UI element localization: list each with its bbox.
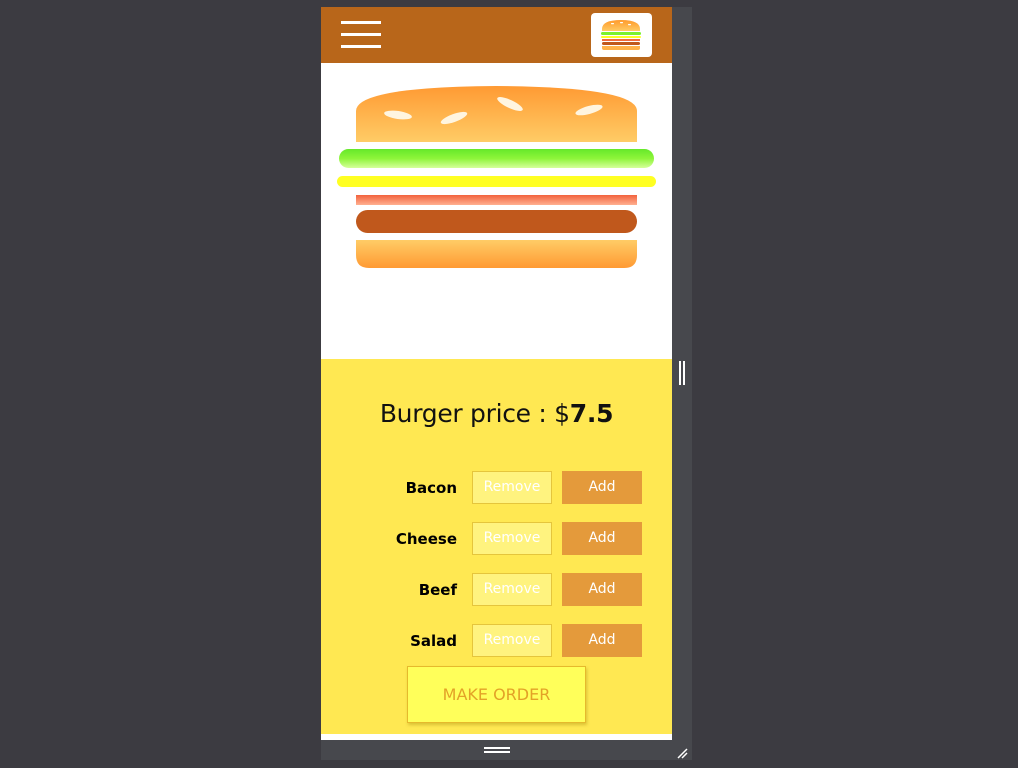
ingredient-label: Bacon bbox=[405, 479, 457, 497]
bun-top bbox=[356, 86, 637, 142]
price-display: Burger price : $7.5 bbox=[321, 399, 672, 428]
bacon-layer bbox=[356, 195, 637, 205]
resize-corner-icon[interactable] bbox=[676, 744, 688, 759]
add-salad-button[interactable]: Add bbox=[562, 624, 642, 657]
ingredient-row-salad: Salad Remove Add bbox=[321, 624, 672, 657]
page-bottom bbox=[321, 734, 672, 740]
add-beef-button[interactable]: Add bbox=[562, 573, 642, 606]
burger-logo-icon[interactable] bbox=[591, 13, 652, 57]
price-label: Burger price : $ bbox=[379, 399, 570, 428]
ingredient-label: Beef bbox=[418, 581, 457, 599]
horizontal-resize-grip-icon[interactable] bbox=[484, 747, 510, 753]
remove-bacon-button[interactable]: Remove bbox=[472, 471, 552, 504]
cheese-layer bbox=[337, 176, 656, 187]
beef-layer bbox=[356, 210, 637, 233]
remove-salad-button[interactable]: Remove bbox=[472, 624, 552, 657]
salad-layer bbox=[339, 149, 654, 168]
hamburger-menu-icon[interactable] bbox=[341, 21, 381, 49]
ingredient-label: Cheese bbox=[395, 530, 457, 548]
add-bacon-button[interactable]: Add bbox=[562, 471, 642, 504]
remove-cheese-button[interactable]: Remove bbox=[472, 522, 552, 555]
remove-beef-button[interactable]: Remove bbox=[472, 573, 552, 606]
ingredient-row-bacon: Bacon Remove Add bbox=[321, 471, 672, 504]
build-controls: Burger price : $7.5 Bacon Remove Add Che… bbox=[321, 359, 672, 734]
vertical-resize-grip-icon[interactable] bbox=[679, 361, 685, 385]
bun-bottom bbox=[356, 240, 637, 268]
make-order-button[interactable]: MAKE ORDER bbox=[407, 666, 586, 723]
device-frame: Burger price : $7.5 Bacon Remove Add Che… bbox=[321, 7, 692, 760]
add-cheese-button[interactable]: Add bbox=[562, 522, 642, 555]
ingredient-row-cheese: Cheese Remove Add bbox=[321, 522, 672, 555]
app-viewport: Burger price : $7.5 Bacon Remove Add Che… bbox=[321, 7, 672, 740]
burger-preview bbox=[321, 63, 672, 359]
ingredient-label: Salad bbox=[410, 632, 457, 650]
ingredient-row-beef: Beef Remove Add bbox=[321, 573, 672, 606]
toolbar bbox=[321, 7, 672, 63]
price-value: 7.5 bbox=[569, 399, 614, 428]
